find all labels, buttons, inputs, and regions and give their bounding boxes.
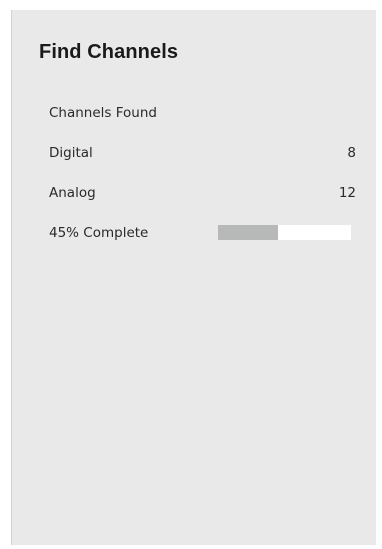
digital-row: Digital 8 [49,145,356,165]
analog-count: 12 [338,185,356,201]
progress-bar-fill [218,225,278,240]
digital-label: Digital [49,145,93,161]
progress-label: 45% Complete [49,225,149,241]
analog-label: Analog [49,185,96,201]
digital-count: 8 [347,145,356,161]
analog-row: Analog 12 [49,185,356,205]
channels-found-label: Channels Found [49,105,157,121]
panel-title: Find Channels [39,41,179,63]
progress-bar [218,225,351,240]
channels-found-row: Channels Found [49,105,356,125]
find-channels-panel: Find Channels Channels Found Digital 8 A… [11,10,376,545]
